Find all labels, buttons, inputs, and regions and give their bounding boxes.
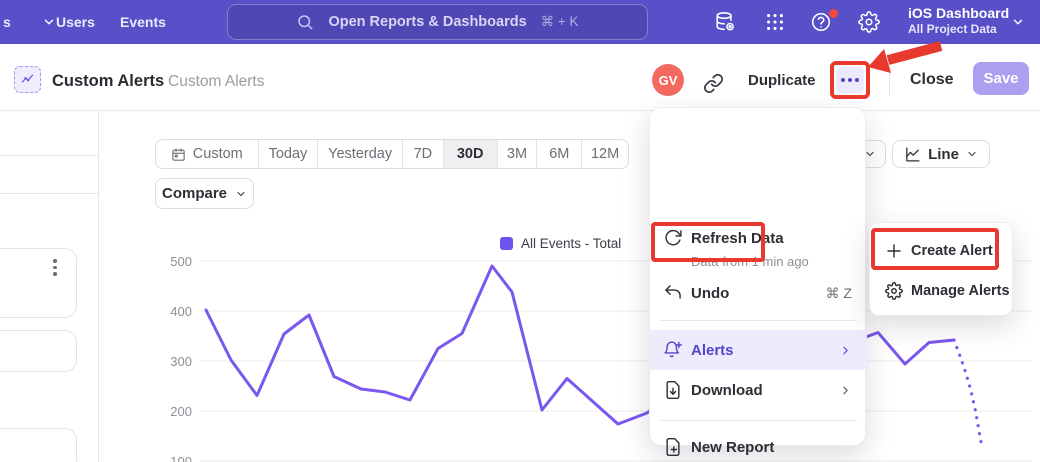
- range-30d-selected[interactable]: 30D: [444, 140, 498, 168]
- range-6m[interactable]: 6M: [537, 140, 582, 168]
- submenu-label: Manage Alerts: [911, 283, 1010, 299]
- refresh-icon: [663, 228, 683, 248]
- y-tick-label: 400: [162, 304, 192, 319]
- compare-label: Compare: [162, 185, 227, 202]
- chart-type-label: Line: [928, 146, 959, 163]
- chevron-right-icon: [839, 344, 852, 357]
- submenu-item-manage-alerts[interactable]: Manage Alerts: [870, 271, 1014, 311]
- menu-label: New Report: [691, 439, 774, 456]
- y-tick-label: 300: [162, 354, 192, 369]
- range-3m[interactable]: 3M: [498, 140, 538, 168]
- chevron-right-icon: [839, 384, 852, 397]
- menu-divider: [660, 420, 857, 421]
- gear-icon: [885, 282, 903, 300]
- chevron-down-icon: [966, 148, 978, 160]
- series-line-projected: [954, 340, 982, 447]
- menu-item-alerts[interactable]: Alerts: [650, 330, 867, 370]
- menu-item-refresh-data[interactable]: Refresh Data Data from 1 min ago: [650, 218, 867, 258]
- alert-bell-plus-icon: [663, 340, 683, 360]
- submenu-label: Create Alert: [911, 243, 993, 259]
- menu-label: Refresh Data: [691, 230, 784, 247]
- undo-icon: [663, 283, 683, 303]
- chart-type-button[interactable]: Line: [892, 140, 990, 168]
- calendar-icon: [171, 147, 186, 162]
- menu-divider: [660, 320, 857, 321]
- legend-label: All Events - Total: [521, 236, 621, 251]
- menu-item-download[interactable]: Download: [650, 370, 867, 410]
- range-12m[interactable]: 12M: [582, 140, 628, 168]
- legend-swatch: [500, 237, 513, 250]
- y-tick-label: 100: [162, 454, 192, 462]
- compare-button[interactable]: Compare: [155, 178, 254, 209]
- range-today[interactable]: Today: [259, 140, 319, 168]
- app-window: s Users Events Open Reports & Dashboards…: [0, 0, 1040, 462]
- menu-label: Alerts: [691, 342, 734, 359]
- line-chart-icon: [904, 146, 921, 163]
- range-yesterday[interactable]: Yesterday: [318, 140, 403, 168]
- range-7d[interactable]: 7D: [403, 140, 444, 168]
- menu-label: Download: [691, 382, 763, 399]
- refresh-data-age: Data from 1 min ago: [691, 254, 809, 269]
- chevron-down-icon: [235, 188, 247, 200]
- range-custom[interactable]: Custom: [156, 140, 259, 168]
- legend-item[interactable]: All Events - Total: [500, 236, 621, 251]
- undo-shortcut: ⌘ Z: [826, 285, 852, 302]
- submenu-item-create-alert[interactable]: Create Alert: [870, 231, 1014, 271]
- new-report-icon: [663, 437, 683, 457]
- y-tick-label: 200: [162, 404, 192, 419]
- date-range-segmented-control: Custom Today Yesterday 7D 30D 3M 6M 12M: [155, 139, 629, 169]
- menu-label: Undo: [691, 285, 729, 302]
- y-tick-label: 500: [162, 254, 192, 269]
- alerts-submenu: Create Alert Manage Alerts: [869, 222, 1013, 316]
- menu-item-new-report[interactable]: New Report: [650, 427, 867, 462]
- range-label: Custom: [193, 146, 243, 162]
- menu-item-undo[interactable]: Undo ⌘ Z: [650, 273, 867, 313]
- more-options-menu: Refresh Data Data from 1 min ago Undo ⌘ …: [649, 107, 866, 446]
- plus-icon: [885, 242, 903, 260]
- download-file-icon: [663, 380, 683, 400]
